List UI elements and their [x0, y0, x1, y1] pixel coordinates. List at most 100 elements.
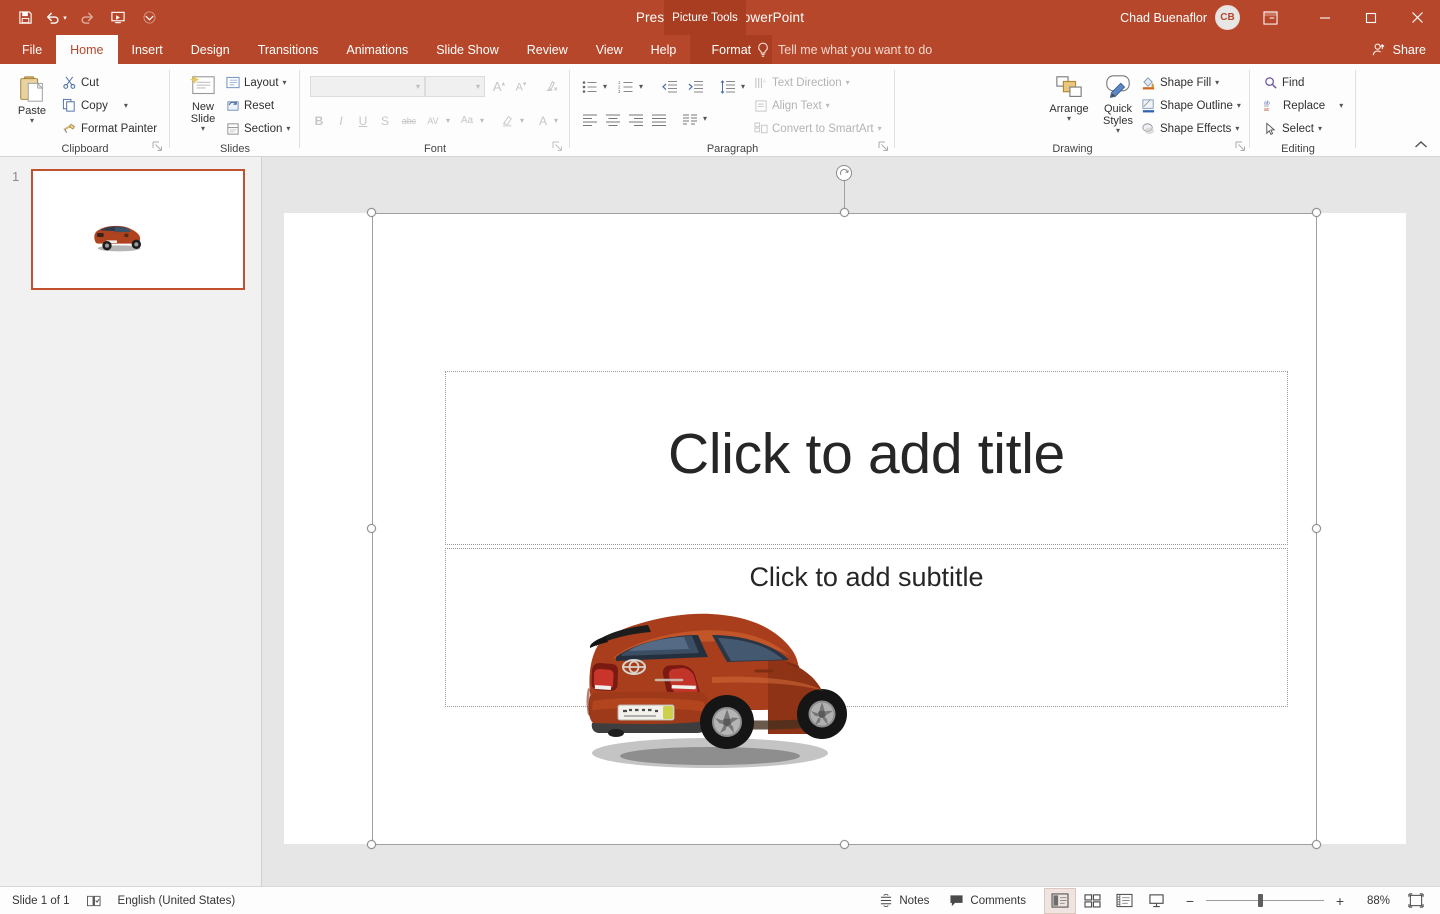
- minimize-icon[interactable]: [1302, 0, 1348, 35]
- tab-design[interactable]: Design: [177, 35, 244, 64]
- resize-handle-top-left[interactable]: [367, 208, 376, 217]
- resize-handle-top-right[interactable]: [1312, 208, 1321, 217]
- resize-handle-top-center[interactable]: [840, 208, 849, 217]
- decrease-indent-icon[interactable]: [658, 76, 682, 97]
- zoom-out-button[interactable]: −: [1182, 893, 1198, 909]
- zoom-slider-thumb[interactable]: [1258, 894, 1263, 907]
- comments-button[interactable]: Comments: [939, 887, 1036, 914]
- new-slide-button[interactable]: New Slide ▾: [178, 72, 228, 133]
- fit-slide-to-window-icon[interactable]: [1400, 888, 1432, 914]
- underline-icon[interactable]: U: [352, 110, 374, 131]
- shape-fill-caret-icon[interactable]: ▾: [1215, 78, 1219, 87]
- character-spacing-icon[interactable]: AV: [422, 110, 444, 131]
- layout-caret-icon[interactable]: ▾: [283, 78, 287, 87]
- paste-button[interactable]: Paste ▾: [10, 72, 54, 125]
- change-case-icon[interactable]: Aa: [456, 110, 478, 131]
- redo-icon[interactable]: [74, 6, 100, 30]
- drawing-dialog-launcher[interactable]: [1235, 141, 1247, 153]
- slide-surface[interactable]: Click to add title Click to add subtitle: [284, 213, 1406, 844]
- layout-button[interactable]: Layout ▾: [222, 72, 291, 93]
- align-text-caret-icon[interactable]: ▾: [826, 101, 830, 110]
- select-caret-icon[interactable]: ▾: [1318, 124, 1322, 133]
- resize-handle-bottom-right[interactable]: [1312, 840, 1321, 849]
- bold-icon[interactable]: B: [308, 110, 330, 131]
- zoom-in-button[interactable]: +: [1332, 893, 1348, 909]
- strikethrough-icon[interactable]: abc: [396, 110, 422, 131]
- reading-view-button[interactable]: [1108, 888, 1140, 914]
- replace-caret-icon[interactable]: ▾: [1339, 101, 1343, 110]
- share-button[interactable]: Share: [1372, 35, 1426, 64]
- chevron-down-icon[interactable]: [136, 6, 162, 30]
- tab-home[interactable]: Home: [56, 35, 118, 64]
- convert-to-smartart-button[interactable]: Convert to SmartArt ▾: [750, 118, 886, 139]
- restore-icon[interactable]: [1348, 0, 1394, 35]
- select-button[interactable]: Select ▾: [1260, 118, 1326, 139]
- highlight-color-icon[interactable]: [496, 110, 518, 131]
- title-placeholder[interactable]: Click to add title: [445, 371, 1288, 545]
- slideshow-icon[interactable]: [105, 6, 131, 30]
- ribbon-display-options-icon[interactable]: [1250, 0, 1290, 35]
- find-button[interactable]: Find: [1260, 72, 1308, 93]
- zoom-slider[interactable]: [1206, 894, 1324, 908]
- picture-toyota-hatchback[interactable]: [560, 601, 866, 776]
- tab-animations[interactable]: Animations: [332, 35, 422, 64]
- shape-effects-caret-icon[interactable]: ▾: [1235, 124, 1239, 133]
- slide-sorter-view-button[interactable]: [1076, 888, 1108, 914]
- section-button[interactable]: Section ▾: [222, 118, 294, 139]
- slide-show-view-button[interactable]: [1140, 888, 1172, 914]
- shape-fill-button[interactable]: Shape Fill ▾: [1137, 72, 1223, 93]
- justify-icon[interactable]: [647, 109, 671, 130]
- numbering-caret-icon[interactable]: ▾: [639, 83, 643, 91]
- tab-view[interactable]: View: [582, 35, 637, 64]
- text-shadow-icon[interactable]: S: [374, 110, 396, 131]
- paste-caret-icon[interactable]: ▾: [30, 117, 34, 125]
- language-indicator[interactable]: English (United States): [108, 887, 246, 914]
- rotation-handle[interactable]: [836, 165, 852, 181]
- align-left-icon[interactable]: [578, 109, 602, 130]
- replace-button[interactable]: ab ac Replace ▾: [1260, 95, 1347, 116]
- increase-font-icon[interactable]: A▴: [488, 76, 510, 97]
- format-painter-button[interactable]: Format Painter: [58, 118, 161, 139]
- numbering-icon[interactable]: 123: [614, 76, 638, 97]
- font-name-combo[interactable]: ▾: [310, 76, 425, 97]
- slide-thumbnail-1[interactable]: [31, 169, 245, 290]
- normal-view-button[interactable]: [1044, 887, 1076, 914]
- resize-handle-bottom-left[interactable]: [367, 840, 376, 849]
- copy-button[interactable]: Copy ▾: [58, 95, 132, 116]
- notes-button[interactable]: Notes: [869, 887, 939, 914]
- align-text-button[interactable]: Align Text ▾: [750, 95, 834, 116]
- font-color-icon[interactable]: A: [532, 110, 554, 131]
- bullets-caret-icon[interactable]: ▾: [603, 83, 607, 91]
- text-direction-caret-icon[interactable]: ▾: [846, 78, 850, 87]
- spellcheck-button[interactable]: [80, 887, 108, 914]
- quick-styles-button[interactable]: Quick Styles ▾: [1093, 72, 1143, 135]
- resize-handle-middle-left[interactable]: [367, 524, 376, 533]
- decrease-font-icon[interactable]: A▾: [510, 76, 532, 97]
- clipboard-dialog-launcher[interactable]: [152, 141, 164, 153]
- tell-me-search[interactable]: Tell me what you want to do: [756, 35, 932, 64]
- tab-review[interactable]: Review: [513, 35, 582, 64]
- cut-button[interactable]: Cut: [58, 72, 103, 93]
- text-direction-button[interactable]: A Text Direction ▾: [750, 72, 854, 93]
- close-icon[interactable]: [1394, 0, 1440, 35]
- font-color-caret-icon[interactable]: ▾: [554, 117, 558, 125]
- font-name-caret-icon[interactable]: ▾: [416, 82, 420, 91]
- clear-formatting-icon[interactable]: [540, 76, 562, 97]
- increase-indent-icon[interactable]: [684, 76, 708, 97]
- bullets-icon[interactable]: [578, 76, 602, 97]
- change-case-caret-icon[interactable]: ▾: [480, 117, 484, 125]
- tab-help[interactable]: Help: [637, 35, 691, 64]
- line-spacing-icon[interactable]: [716, 76, 740, 97]
- resize-handle-bottom-center[interactable]: [840, 840, 849, 849]
- line-spacing-caret-icon[interactable]: ▾: [741, 83, 745, 91]
- tab-insert[interactable]: Insert: [118, 35, 177, 64]
- slide-count-indicator[interactable]: Slide 1 of 1: [2, 887, 80, 914]
- tab-slide-show[interactable]: Slide Show: [422, 35, 513, 64]
- section-caret-icon[interactable]: ▾: [286, 124, 290, 133]
- columns-caret-icon[interactable]: ▾: [703, 115, 707, 123]
- slide-canvas-pane[interactable]: Click to add title Click to add subtitle: [262, 157, 1440, 886]
- convert-to-smartart-caret-icon[interactable]: ▾: [878, 124, 882, 133]
- align-center-icon[interactable]: [601, 109, 625, 130]
- font-dialog-launcher[interactable]: [552, 141, 564, 153]
- undo-icon[interactable]: ▾: [43, 6, 69, 30]
